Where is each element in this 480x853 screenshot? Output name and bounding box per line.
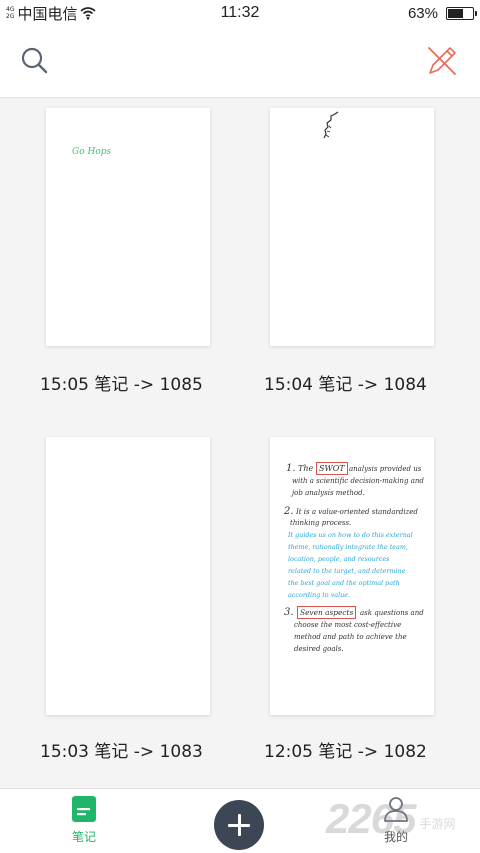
hw-p2-blue-line6: according to value. — [288, 591, 351, 599]
tab-me[interactable]: 我的 — [366, 795, 426, 851]
battery-percent: 63% — [407, 4, 438, 22]
hw-p3-number: 3. — [284, 607, 294, 618]
bottom-navigation: 笔记 我的 — [0, 788, 480, 853]
hw-p2-blue-line4: related to the target, and determine — [288, 567, 406, 575]
clear-handwriting-icon[interactable] — [424, 43, 460, 79]
note-thumbnail — [46, 437, 210, 715]
hw-p1-line2: with a scientific decision-making and — [292, 477, 424, 485]
hw-p1-line1a: The — [298, 464, 314, 473]
search-icon[interactable] — [18, 44, 52, 78]
hw-p2-blue-line5: the best goal and the optimal path — [288, 579, 400, 587]
network-top-label: 4G — [6, 6, 15, 13]
battery-icon — [446, 6, 477, 20]
note-title: 15:03 笔记 -> 1083 — [40, 742, 203, 762]
hw-p1-line3: job analysis method. — [292, 489, 365, 497]
hw-p1-number: 1. — [286, 463, 296, 474]
hw-p2-blue-line3: location, people, and resources — [288, 555, 390, 563]
network-type-indicator: 4G 2G — [6, 6, 14, 20]
hw-p2-blue-line1: It guides us on how to do this external — [288, 531, 413, 539]
note-thumbnail: Go Hops — [46, 108, 210, 346]
hw-p2-blue-line2: theme, rationally integrate the team, — [288, 543, 408, 551]
tab-notes-label: 笔记 — [71, 830, 96, 844]
hw-p3-boxed-phrase: Seven aspects — [297, 606, 357, 619]
status-bar: 4G 2G 中国电信 11:32 63% — [0, 0, 480, 26]
hw-p3-line2: choose the most cost-effective — [294, 621, 402, 629]
hw-p3-line3: method and path to achieve the — [294, 633, 407, 641]
wifi-icon — [80, 7, 97, 20]
note-sketch-text: Go Hops — [72, 147, 112, 157]
network-bottom-label: 2G — [6, 13, 15, 20]
status-left: 4G 2G 中国电信 — [6, 3, 186, 24]
note-title: 15:04 笔记 -> 1084 — [264, 375, 427, 395]
hw-p1-line1b: analysis provided us — [349, 465, 422, 473]
note-card[interactable]: 15:04 笔记 -> 1084 — [264, 108, 444, 398]
new-note-button[interactable] — [214, 800, 264, 850]
profile-icon — [384, 797, 408, 822]
notes-icon — [72, 796, 96, 822]
tab-me-label: 我的 — [383, 830, 408, 844]
note-card[interactable]: 1. The SWOT analysis provided us with a … — [264, 437, 444, 767]
note-title: 15:05 笔记 -> 1085 — [40, 375, 203, 395]
battery-level-fill — [448, 8, 464, 18]
note-thumbnail: 1. The SWOT analysis provided us with a … — [270, 437, 434, 715]
hw-p3-line1b: ask questions and — [360, 609, 424, 617]
status-right: 63% — [407, 4, 477, 22]
note-squiggle-sketch — [323, 111, 339, 139]
note-card[interactable]: 15:03 笔记 -> 1083 — [40, 437, 220, 767]
note-title: 12:05 笔记 -> 1082 — [264, 742, 427, 762]
note-card[interactable]: Go Hops 15:05 笔记 -> 1085 — [40, 108, 220, 398]
carrier-name: 中国电信 — [17, 4, 78, 23]
hw-p1-boxed-word: SWOT — [316, 462, 348, 475]
hw-p3-line4: desired goals. — [294, 645, 344, 653]
top-bar — [0, 26, 480, 98]
hw-p2-line2: thinking process. — [290, 519, 352, 527]
tab-notes[interactable]: 笔记 — [54, 795, 114, 851]
note-thumbnail — [270, 108, 434, 346]
